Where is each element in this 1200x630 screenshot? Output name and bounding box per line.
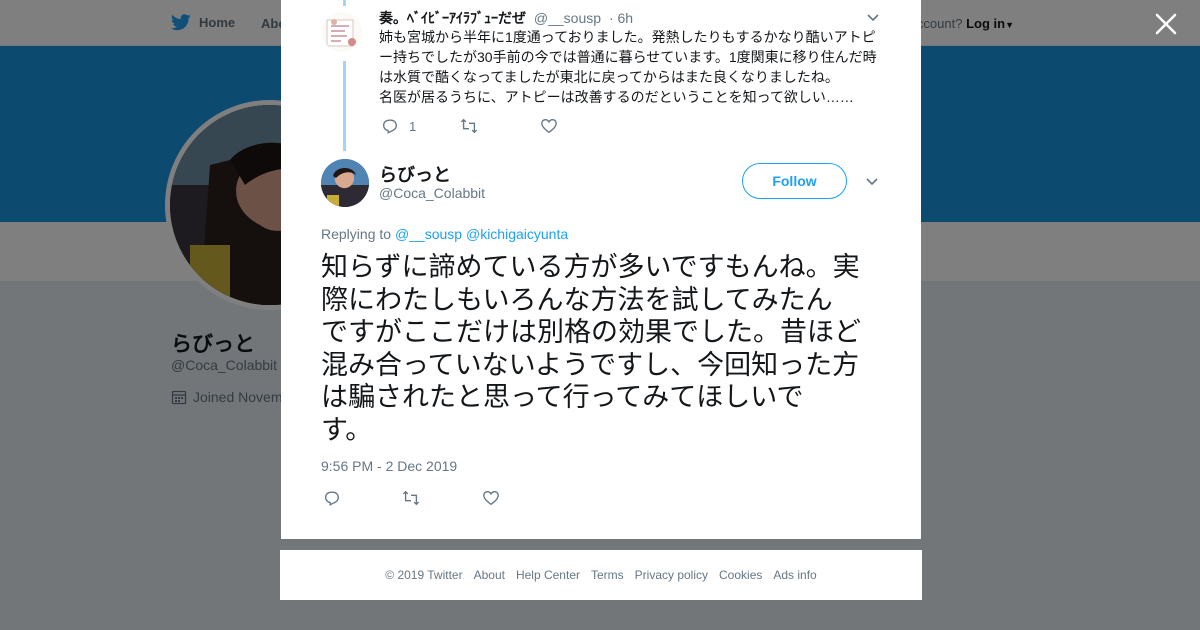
- previous-tweet-line: 姉も宮城から半年に1度通っておりました。発熱したりもするかなり酷いアトピ: [379, 29, 876, 45]
- heart-icon: [541, 119, 557, 134]
- follow-button[interactable]: Follow: [742, 163, 847, 199]
- previous-tweet-handle[interactable]: @__sousp: [534, 10, 601, 26]
- reply-button[interactable]: [323, 489, 341, 507]
- tweet-timestamp[interactable]: 9:56 PM - 2 Dec 2019: [321, 458, 457, 474]
- retweet-button[interactable]: [402, 489, 420, 507]
- chevron-down-icon[interactable]: [866, 10, 880, 24]
- retweet-icon: [402, 490, 420, 506]
- main-avatar-image: [321, 159, 369, 207]
- retweet-icon: [460, 118, 478, 134]
- retweet-button[interactable]: [460, 117, 478, 135]
- main-tweet-handle[interactable]: @Coca_Colabbit: [379, 185, 485, 201]
- heart-icon: [483, 491, 499, 506]
- footer-link-help-center[interactable]: Help Center: [516, 568, 580, 582]
- like-button[interactable]: [540, 117, 558, 135]
- reply-mention[interactable]: @kichigaicyunta: [466, 226, 568, 242]
- footer-copyright: © 2019 Twitter: [385, 568, 463, 582]
- main-tweet-name[interactable]: らびっと: [379, 161, 451, 187]
- main-tweet-text: 知らずに諦めている方が多いですもんね。実 際にわたしもいろんな方法を試してみたん…: [321, 251, 887, 446]
- previous-tweet-line: は水質で酷くなってましたが東北に戻ってからはまた良くなりましたね。: [379, 69, 839, 85]
- footer-link-ads-info[interactable]: Ads info: [773, 568, 816, 582]
- thread-connector: [343, 61, 346, 151]
- reply-icon: [325, 491, 339, 506]
- main-tweet-avatar[interactable]: [321, 159, 369, 207]
- thread-connector-top: [343, 0, 346, 6]
- close-icon[interactable]: [1152, 10, 1180, 38]
- chevron-down-icon[interactable]: [865, 174, 879, 188]
- previous-tweet-line: ー持ちでしたが30手前の今では普通に暮らせています。1度関東に移り住んだ時: [379, 49, 877, 65]
- main-tweet-line: ですがここだけは別格の効果でした。昔ほど: [321, 317, 861, 347]
- main-tweet-line: は騙されたと思って行ってみてほしいで: [321, 382, 804, 412]
- footer-link-privacy[interactable]: Privacy policy: [635, 568, 708, 582]
- previous-tweet-line: 名医が居るうちに、アトピーは改善するのだということを知って欲しい……: [379, 89, 854, 105]
- previous-tweet-header: 奏。ﾍﾞｲﾋﾞｰｱｲﾗﾌﾞｭｰだぜ @__sousp · 6h: [379, 8, 633, 28]
- previous-tweet-time[interactable]: · 6h: [609, 10, 633, 26]
- reply-count: 1: [409, 118, 417, 134]
- main-tweet-line: す。: [321, 414, 373, 445]
- main-tweet-line: 知らずに諦めている方が多いですもんね。実: [321, 252, 860, 282]
- previous-tweet-name[interactable]: 奏。ﾍﾞｲﾋﾞｰｱｲﾗﾌﾞｭｰだぜ: [379, 10, 526, 26]
- reply-icon: [383, 119, 397, 134]
- main-tweet-line: 際にわたしもいろんな方法を試してみたん: [321, 284, 833, 315]
- previous-tweet-avatar[interactable]: [322, 12, 362, 52]
- replying-to: Replying to @__sousp @kichigaicyunta: [321, 226, 568, 242]
- footer-link-cookies[interactable]: Cookies: [719, 568, 762, 582]
- footer-link-terms[interactable]: Terms: [591, 568, 624, 582]
- previous-avatar-image: [322, 12, 362, 52]
- footer: © 2019 Twitter About Help Center Terms P…: [280, 550, 922, 600]
- reply-button[interactable]: 1: [381, 117, 416, 135]
- like-button[interactable]: [482, 489, 500, 507]
- previous-tweet-text: 姉も宮城から半年に1度通っておりました。発熱したりもするかなり酷いアトピ ー持ち…: [379, 27, 881, 107]
- reply-mention[interactable]: @__sousp: [395, 226, 462, 242]
- footer-link-about[interactable]: About: [474, 568, 505, 582]
- replying-prefix: Replying to: [321, 226, 392, 242]
- main-tweet-line: 混み合っていないようですし、今回知った方: [321, 349, 860, 380]
